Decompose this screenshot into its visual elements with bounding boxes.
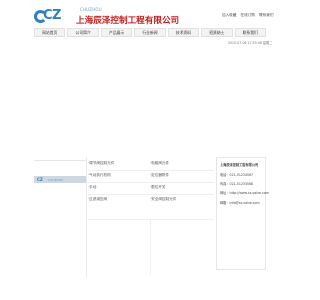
product-link[interactable]: ·过滤减压阀: [88, 197, 107, 202]
contact-title: 上海辰泽控制工程有限公司: [220, 163, 259, 167]
contact-email[interactable]: 邮箱：info@cz-valve.com: [220, 200, 260, 205]
nav-item-jobs[interactable]: 招贤纳士: [201, 28, 233, 37]
mini-logo-sub: CHUZHOU: [48, 178, 64, 182]
product-link[interactable]: ·限位开关: [150, 185, 166, 190]
company-name: 上海辰泽控制工程有限公司: [76, 16, 180, 26]
add-favorite-link[interactable]: 加入收藏: [222, 13, 236, 17]
contact-phone: 电话：021-51234567: [220, 173, 254, 177]
contact-fax: 传真：021-51234568: [220, 182, 254, 186]
contact-panel: 上海辰泽控制工程有限公司 电话：021-51234567 传真：021-5123…: [216, 157, 269, 270]
page: CZ CHUZHOU 上海辰泽控制工程有限公司 加入收藏 在线订购 联系我们 网…: [0, 0, 300, 300]
product-link[interactable]: ·定位器附件: [150, 173, 169, 178]
nav-item-contact[interactable]: 联系我们: [234, 28, 266, 37]
main-nav: 网站首页 公司简介 产品展示 行业新闻 技术资料 招贤纳士 联系我们: [34, 28, 266, 37]
mini-logo: CZ: [37, 177, 43, 182]
product-link[interactable]: ·气动执行机构: [88, 173, 111, 178]
product-link[interactable]: ·安全阀控制元件: [150, 197, 176, 202]
top-links: 加入收藏 在线订购 联系我们: [222, 13, 276, 18]
nav-item-news[interactable]: 行业新闻: [134, 28, 166, 37]
row-divider: [86, 194, 214, 195]
content-panel: [150, 219, 214, 275]
contact-website[interactable]: 网址：http://www.cz-valve.com: [220, 190, 269, 195]
row-divider: [86, 182, 214, 183]
nav-item-about[interactable]: 公司简介: [67, 28, 99, 37]
product-link[interactable]: ·手动: [88, 185, 96, 190]
logo-mark-icon: CZ: [34, 8, 61, 26]
product-link[interactable]: ·电磁阀元件: [150, 161, 169, 166]
product-link[interactable]: ·调节阀控制元件: [88, 161, 114, 166]
nav-item-tech[interactable]: 技术资料: [167, 28, 200, 37]
contact-us-link[interactable]: 联系我们: [259, 13, 273, 17]
side-logo-block: CZ CHUZHOU: [34, 176, 86, 183]
row-divider: [86, 170, 214, 171]
nav-item-products[interactable]: 产品展示: [100, 28, 133, 37]
company-logo[interactable]: CZ CHUZHOU 上海辰泽控制工程有限公司: [34, 6, 214, 28]
date-display: 2020-07-06 17:55:46 星期二: [228, 41, 273, 45]
content-panel: [86, 219, 150, 275]
logo-subtitle: CHUZHOU: [80, 7, 102, 12]
side-divider: [34, 160, 86, 161]
nav-item-home[interactable]: 网站首页: [34, 28, 66, 37]
online-order-link[interactable]: 在线订购: [241, 13, 255, 17]
